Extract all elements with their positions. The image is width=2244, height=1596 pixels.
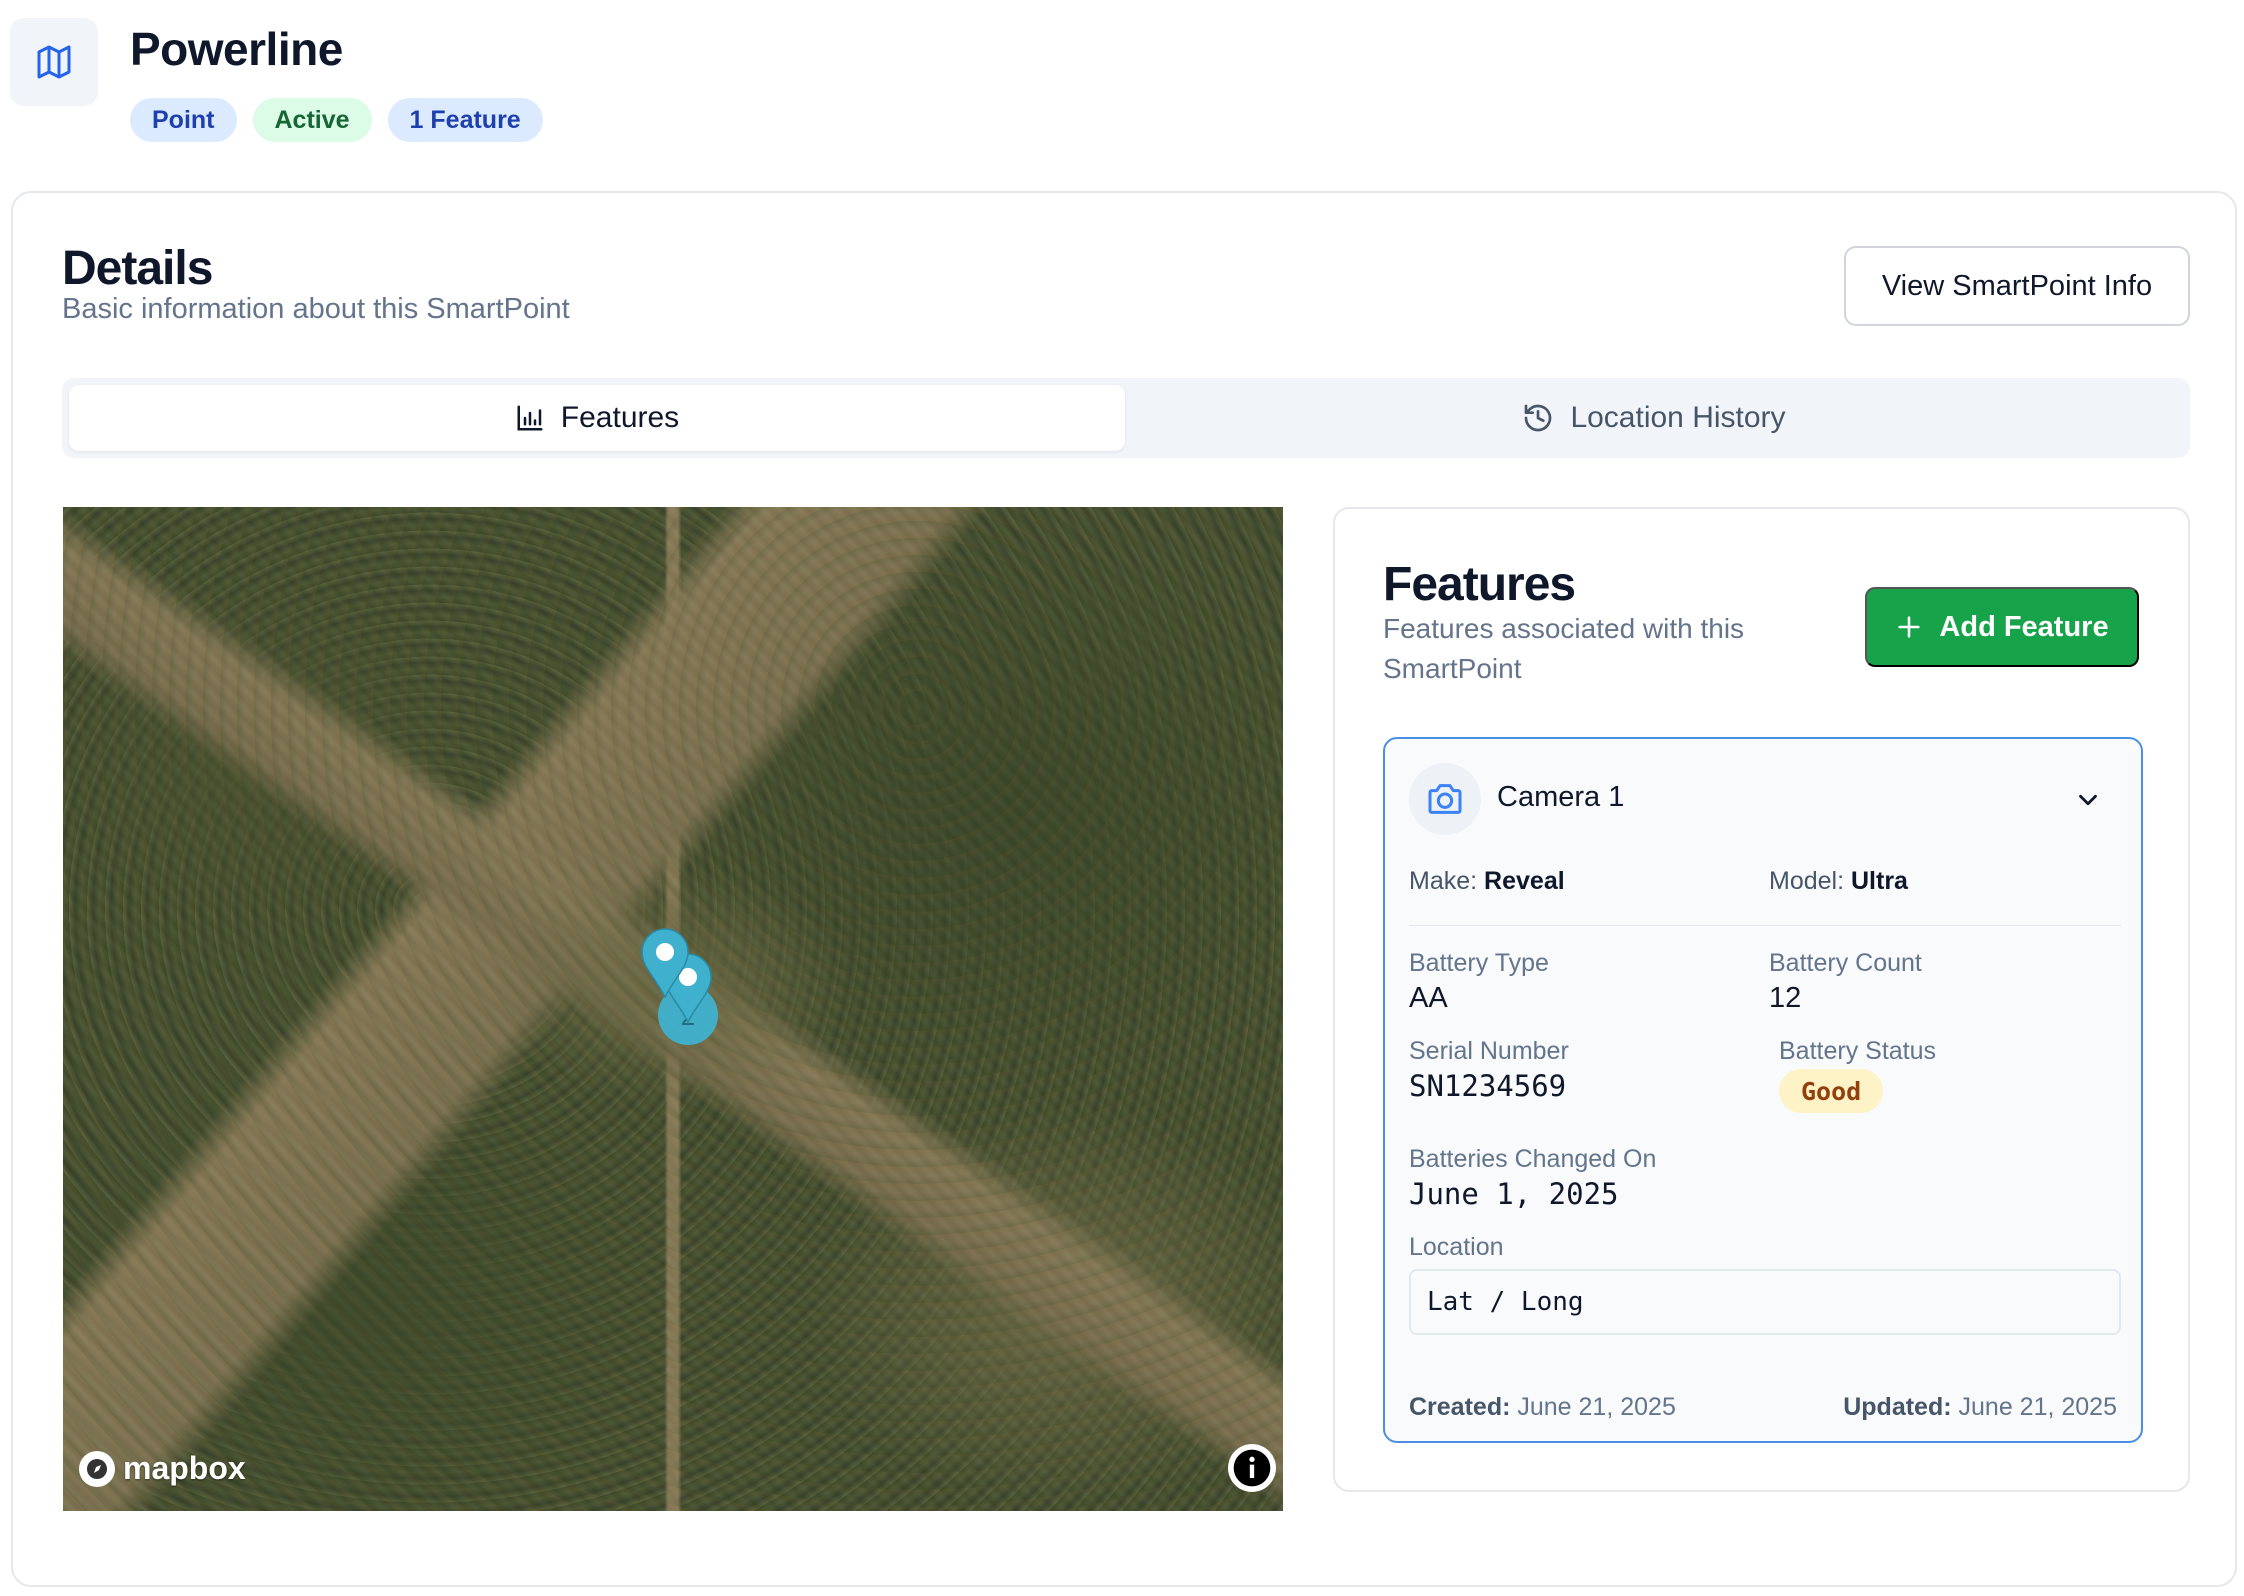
location-label: Location [1409,1233,1504,1261]
updated-value: June 21, 2025 [1958,1393,2117,1421]
make-label: Make: [1409,867,1478,895]
view-smartpoint-info-button[interactable]: View SmartPoint Info [1844,246,2190,326]
features-panel: Features Features associated with this S… [1333,507,2190,1492]
model-value: Ultra [1851,867,1908,895]
updated-label: Updated: [1843,1393,1952,1421]
details-subtitle: Basic information about this SmartPoint [62,293,570,325]
mapbox-wordmark: mapbox [123,1450,246,1486]
feature-name[interactable]: Camera 1 [1497,781,1624,814]
type-badge: Point [130,98,237,142]
battery-status-badge: Good [1779,1069,1884,1113]
history-icon [1525,404,1552,432]
updated-info: Updated: June 21, 2025 [1843,1393,2117,1422]
satellite-map[interactable]: 2 mapbox [63,507,1283,1511]
feature-count-badge: 1 Feature [387,98,543,142]
tab-features-label: Features [560,401,680,434]
created-value: June 21, 2025 [1517,1393,1676,1421]
details-card: Details Basic information about this Sma… [11,191,2237,1587]
created-label: Created: [1409,1393,1511,1421]
divider [1409,925,2121,926]
features-title: Features [1383,558,1576,611]
tab-location-history[interactable]: Location History [1125,385,2183,451]
make-value: Reveal [1484,867,1565,895]
location-field[interactable]: Lat / Long [1409,1269,2121,1335]
badge-row: Point Active 1 Feature [130,98,543,142]
tab-location-history-label: Location History [1570,401,1786,434]
batteries-changed-label: Batteries Changed On [1409,1145,1657,1173]
map-icon [10,18,98,106]
created-info: Created: June 21, 2025 [1409,1393,1676,1422]
model-field: Model: Ultra [1769,867,1908,896]
bar-chart-icon [517,405,543,431]
add-feature-button[interactable]: Add Feature [1865,587,2139,667]
model-label: Model: [1769,867,1845,895]
info-icon[interactable] [1228,1444,1276,1492]
battery-count-label: Battery Count [1769,949,1922,977]
plus-icon [1898,616,1921,638]
details-title: Details [62,242,213,295]
mapbox-icon [79,1450,115,1487]
page-title: Powerline [130,23,343,75]
battery-count-value: 12 [1769,982,1802,1014]
battery-type-label: Battery Type [1409,949,1549,977]
map-markers[interactable]: 2 [633,907,743,1057]
status-badge: Active [252,98,372,142]
mapbox-logo[interactable]: mapbox [79,1450,246,1487]
tab-bar: Features Location History [62,378,2190,458]
feature-card: Camera 1 Make: Reveal Model: Ultra Batte… [1383,737,2143,1443]
camera-icon [1409,763,1481,835]
battery-status-label: Battery Status [1779,1037,1937,1065]
features-subtitle: Features associated with this SmartPoint [1383,613,1745,684]
make-field: Make: Reveal [1409,867,1565,896]
serial-number-label: Serial Number [1409,1037,1569,1065]
battery-type-value: AA [1409,982,1448,1014]
chevron-down-icon[interactable] [2073,785,2103,820]
serial-number-value: SN1234569 [1409,1069,1567,1103]
tab-features[interactable]: Features [69,385,1125,451]
batteries-changed-value: June 1, 2025 [1409,1177,1619,1211]
add-feature-label: Add Feature [1939,610,2109,643]
